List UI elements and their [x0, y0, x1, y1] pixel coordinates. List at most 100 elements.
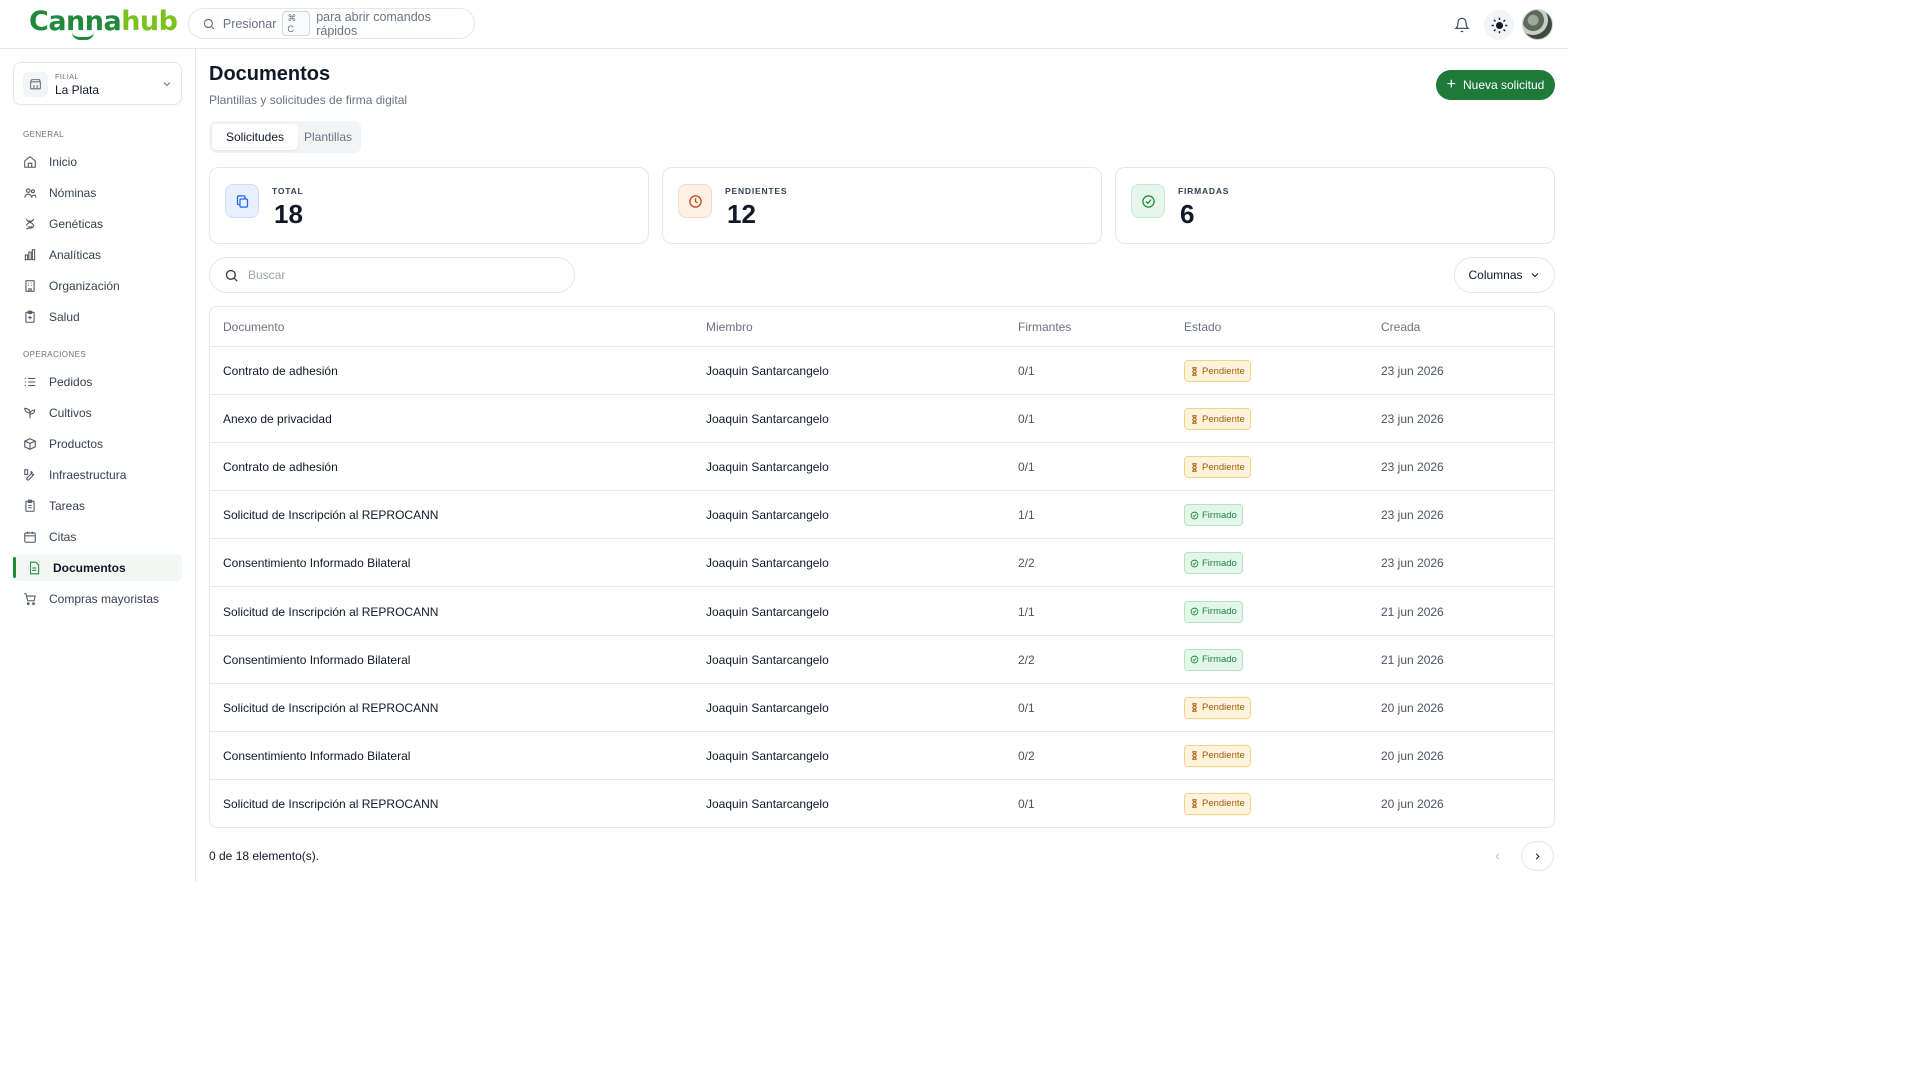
- sidebar-item-label: Infraestructura: [49, 467, 127, 482]
- cell-miembro: Joaquin Santarcangelo: [706, 412, 829, 427]
- cell-documento[interactable]: Solicitud de Inscripción al REPROCANN: [223, 605, 438, 619]
- cannahub-logo[interactable]: Cannahub: [29, 3, 178, 41]
- hourglass-icon: [1192, 366, 1197, 376]
- table-row[interactable]: Contrato de adhesión Joaquin Santarcangel…: [210, 443, 1554, 492]
- theme-toggle-button[interactable]: [1484, 10, 1514, 40]
- table-row[interactable]: Anexo de privacidad Joaquin Santarcangelo…: [210, 395, 1554, 444]
- sidebar-item-analiticas[interactable]: Analíticas: [13, 241, 182, 268]
- column-header-firmantes[interactable]: Firmantes: [1018, 320, 1071, 334]
- check-circle-icon: [1190, 511, 1199, 520]
- logo-text-part2: hub: [121, 6, 178, 37]
- cell-documento[interactable]: Contrato de adhesión: [223, 364, 338, 378]
- cell-miembro: Joaquin Santarcangelo: [706, 604, 829, 619]
- sidebar-item-label: Compras mayoristas: [49, 591, 160, 606]
- next-page-button[interactable]: [1521, 841, 1554, 871]
- stat-label: FIRMADAS: [1178, 186, 1230, 196]
- status-badge: Firmado: [1184, 504, 1243, 527]
- search-input[interactable]: [248, 268, 548, 282]
- cell-creada: 21 jun 2026: [1381, 652, 1444, 667]
- hourglass-icon: [1192, 751, 1197, 760]
- sidebar-item-documentos[interactable]: Documentos: [13, 554, 182, 581]
- status-badge: Firmado: [1184, 648, 1243, 671]
- sun-icon: [1491, 17, 1507, 33]
- sidebar-item-productos[interactable]: Productos: [13, 430, 182, 457]
- sidebar-item-tareas[interactable]: Tareas: [13, 492, 182, 519]
- table-row[interactable]: Consentimiento Informado Bilateral Joaqui…: [210, 539, 1554, 588]
- sidebar-item-citas[interactable]: Citas: [13, 523, 182, 550]
- hourglass-icon: [1192, 462, 1197, 472]
- columns-button[interactable]: Columnas: [1454, 257, 1555, 293]
- sidebar-item-infraestructura[interactable]: Infraestructura: [13, 461, 182, 488]
- table-row[interactable]: Consentimiento Informado Bilateral Joaqui…: [210, 732, 1554, 780]
- stat-card-total: TOTAL 18: [209, 167, 649, 244]
- command-search-bar[interactable]: Presionar ⌘ C para abrir comandos rápido…: [188, 8, 475, 39]
- sidebar-item-label: Genéticas: [49, 216, 104, 231]
- sidebar: FILIAL La Plata GENERAL Inicio Nóminas G…: [0, 49, 196, 882]
- cell-creada: 23 jun 2026: [1381, 460, 1444, 475]
- sidebar-item-pedidos[interactable]: Pedidos: [13, 368, 182, 395]
- cell-firmantes: 2/2: [1018, 652, 1035, 667]
- cell-documento[interactable]: Contrato de adhesión: [223, 460, 338, 474]
- notifications-button[interactable]: [1447, 10, 1477, 40]
- clipboard-icon: [25, 310, 35, 323]
- cell-firmantes: 0/1: [1018, 796, 1035, 811]
- sidebar-item-compras-mayoristas[interactable]: Compras mayoristas: [13, 585, 182, 612]
- sidebar-item-inicio[interactable]: Inicio: [13, 148, 182, 175]
- column-header-documento[interactable]: Documento: [223, 320, 284, 334]
- cell-miembro: Joaquin Santarcangelo: [706, 652, 829, 667]
- cell-documento[interactable]: Solicitud de Inscripción al REPROCANN: [223, 701, 438, 715]
- cell-documento[interactable]: Consentimiento Informado Bilateral: [223, 556, 410, 570]
- top-bar: Cannahub Presionar ⌘ C para abrir comand…: [0, 0, 1568, 49]
- cell-documento[interactable]: Anexo de privacidad: [223, 412, 332, 426]
- cell-firmantes: 0/1: [1018, 364, 1035, 378]
- table-row[interactable]: Solicitud de Inscripción al REPROCANN Joa…: [210, 491, 1554, 540]
- filial-selector[interactable]: FILIAL La Plata: [13, 62, 182, 105]
- sidebar-item-organizacion[interactable]: Organización: [13, 272, 182, 299]
- cell-firmantes: 0/1: [1018, 700, 1035, 715]
- column-header-estado[interactable]: Estado: [1184, 320, 1221, 334]
- cell-documento[interactable]: Solicitud de Inscripción al REPROCANN: [223, 508, 438, 522]
- sidebar-item-geneticas[interactable]: Genéticas: [13, 210, 182, 237]
- user-avatar[interactable]: [1522, 9, 1553, 40]
- cell-documento[interactable]: Consentimiento Informado Bilateral: [223, 749, 410, 763]
- tab-solicitudes[interactable]: Solicitudes: [212, 124, 298, 150]
- column-header-creada[interactable]: Creada: [1381, 320, 1420, 334]
- table-row[interactable]: Solicitud de Inscripción al REPROCANN Joa…: [210, 684, 1554, 732]
- table-row[interactable]: Solicitud de Inscripción al REPROCANN Joa…: [210, 588, 1554, 636]
- plus-icon: +: [1446, 76, 1456, 93]
- status-label: Firmado: [1202, 654, 1237, 666]
- cell-firmantes: 0/1: [1018, 412, 1035, 427]
- sidebar-item-label: Citas: [49, 529, 77, 544]
- clipboard-list-icon: [25, 499, 35, 512]
- chevron-down-icon: [1531, 273, 1538, 278]
- stat-value: 12: [727, 199, 756, 229]
- cell-miembro: Joaquin Santarcangelo: [706, 508, 829, 523]
- table-row[interactable]: Contrato de adhesión Joaquin Santarcangel…: [210, 347, 1554, 395]
- list-icon: [24, 377, 36, 386]
- cell-miembro: Joaquin Santarcangelo: [706, 700, 829, 715]
- table-row[interactable]: Solicitud de Inscripción al REPROCANN Joa…: [210, 780, 1554, 827]
- cell-creada: 23 jun 2026: [1381, 508, 1444, 523]
- sidebar-item-label: Cultivos: [49, 405, 92, 420]
- sidebar-item-salud[interactable]: Salud: [13, 303, 182, 330]
- cell-documento[interactable]: Solicitud de Inscripción al REPROCANN: [223, 797, 438, 811]
- hourglass-icon: [1192, 703, 1197, 712]
- table-row[interactable]: Consentimiento Informado Bilateral Joaqui…: [210, 636, 1554, 684]
- check-circle-icon: [1131, 184, 1165, 218]
- column-header-miembro[interactable]: Miembro: [706, 320, 753, 334]
- sidebar-item-nominas[interactable]: Nóminas: [13, 179, 182, 206]
- status-label: Pendiente: [1202, 413, 1245, 425]
- previous-page-button[interactable]: [1481, 841, 1514, 871]
- status-label: Firmado: [1202, 606, 1237, 617]
- table-header: Documento Miembro Firmantes Estado Cread…: [210, 307, 1554, 347]
- cell-documento[interactable]: Consentimiento Informado Bilateral: [223, 653, 410, 667]
- cell-creada: 20 jun 2026: [1381, 748, 1444, 763]
- sidebar-item-cultivos[interactable]: Cultivos: [13, 399, 182, 426]
- new-request-button[interactable]: + Nueva solicitud: [1436, 70, 1555, 100]
- status-label: Firmado: [1202, 509, 1237, 521]
- status-label: Pendiente: [1202, 365, 1245, 377]
- status-badge: Firmado: [1184, 600, 1243, 623]
- status-badge: Pendiente: [1184, 696, 1251, 719]
- tab-plantillas[interactable]: Plantillas: [298, 124, 358, 150]
- sidebar-item-label: Nóminas: [49, 185, 97, 200]
